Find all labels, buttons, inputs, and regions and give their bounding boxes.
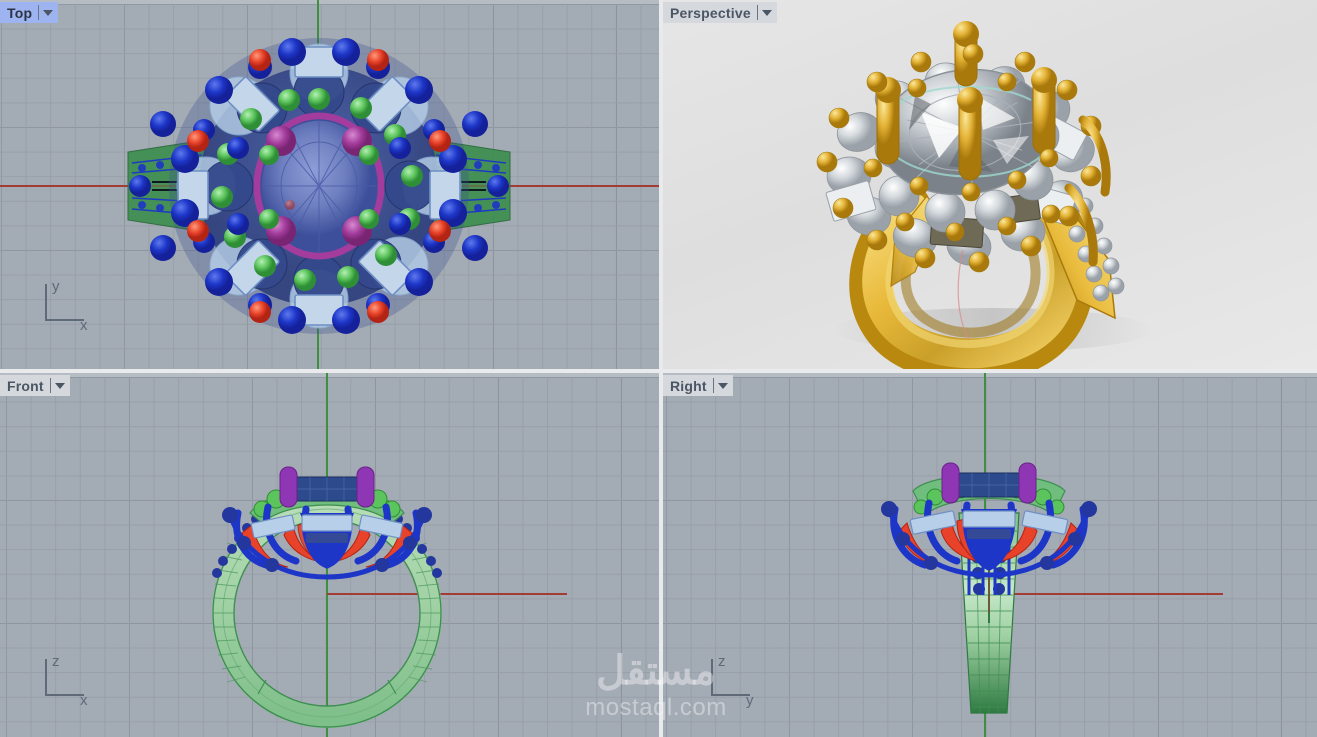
viewport-title-perspective-label: Perspective [670,4,751,21]
model-ring-rendered [663,0,1317,369]
viewport-title-right[interactable]: Right [663,375,733,396]
viewport-title-front[interactable]: Front [0,375,70,396]
viewport-title-front-label: Front [7,377,44,394]
viewport-title-right-label: Right [670,377,707,394]
cad-application-window: y x Top Perspective Front Right z x z y … [0,0,1317,737]
viewport-front[interactable]: Front [0,373,659,737]
viewport-title-top-separator [38,5,40,20]
chevron-down-icon[interactable] [54,382,65,389]
viewport-title-top[interactable]: Top [0,2,59,23]
chevron-down-icon[interactable] [717,382,728,389]
chevron-down-icon[interactable] [761,9,772,16]
viewport-right[interactable]: Right [663,373,1317,737]
model-ring-front-view [0,373,659,737]
model-ring-right-view [663,373,1317,737]
viewport-top[interactable]: y x Top [0,0,659,369]
viewport-title-perspective-separator [756,5,758,20]
model-ring-top-view [0,0,659,369]
chevron-down-icon[interactable] [43,9,54,16]
viewport-title-front-separator [49,378,51,393]
viewport-title-right-separator [712,378,714,393]
viewport-title-perspective[interactable]: Perspective [663,2,777,23]
viewport-perspective[interactable]: Perspective [663,0,1317,369]
viewport-title-top-label: Top [7,4,33,21]
